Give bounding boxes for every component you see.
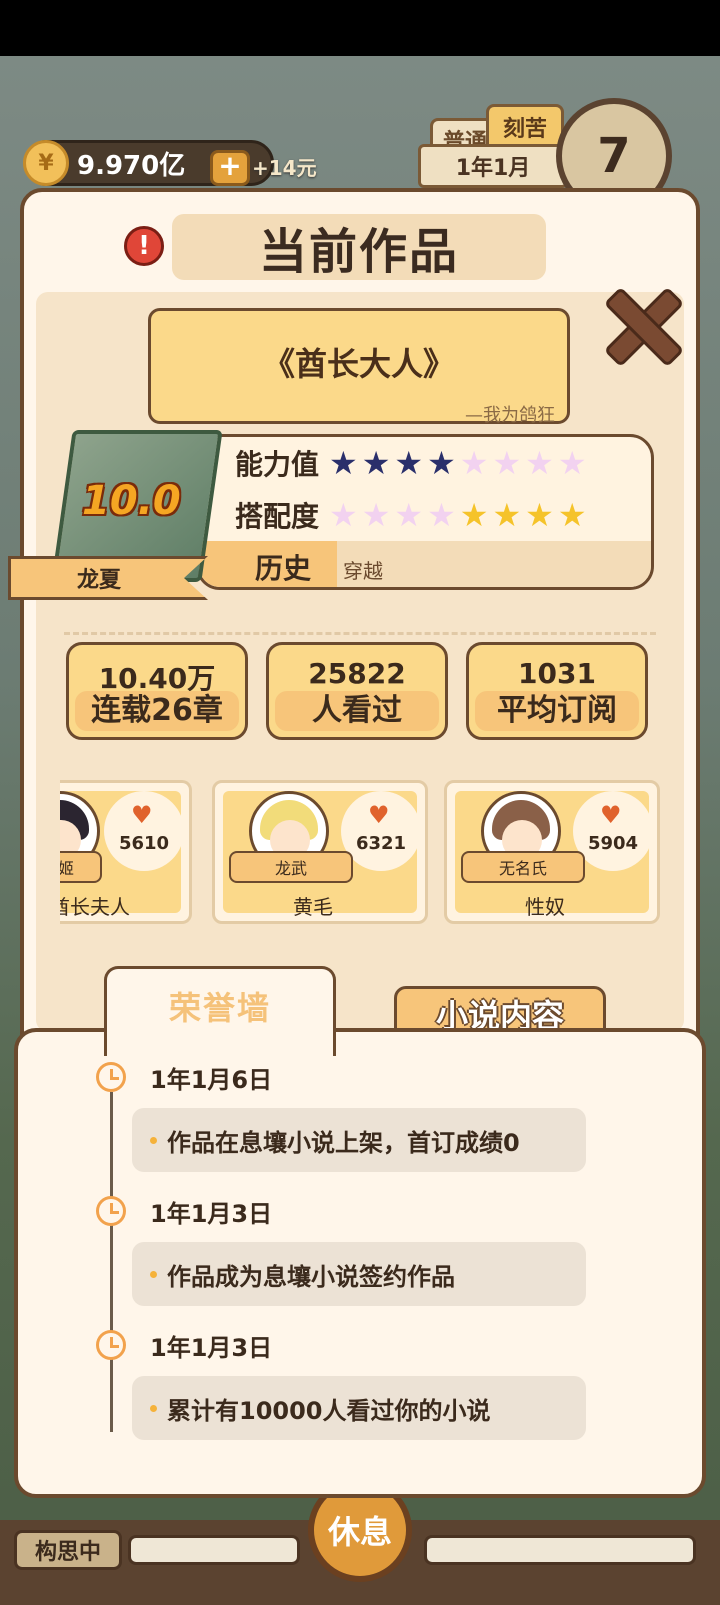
- event-item: 作品成为息壤小说签约作品: [132, 1242, 586, 1306]
- clock-icon: [96, 1330, 126, 1360]
- tab-honor-wall[interactable]: 荣誉墙: [104, 966, 336, 1056]
- event-text: 累计有10000人看过你的小说: [167, 1396, 491, 1425]
- region-ribbon: 龙夏: [8, 556, 208, 600]
- stat-value: 1031: [518, 657, 596, 690]
- event-date: 1年1月3日: [150, 1200, 273, 1228]
- star-filled-icon: ★: [394, 444, 424, 482]
- likes-badge: ♥ 5904: [573, 791, 653, 871]
- match-row: 搭配度 ★ ★ ★ ★ ★ ★ ★ ★: [199, 489, 651, 541]
- divider: [64, 632, 656, 635]
- ability-row: 能力值 ★ ★ ★ ★ ★ ★ ★ ★: [199, 437, 651, 489]
- star-empty-icon: ★: [361, 496, 391, 534]
- close-icon[interactable]: [606, 288, 676, 358]
- panel-title-box: 当前作品: [172, 214, 546, 280]
- character-name: 黄毛: [293, 895, 333, 919]
- genre-label: 历史: [199, 541, 337, 587]
- clock-icon: [96, 1062, 126, 1092]
- status-bar: [0, 0, 720, 56]
- stat-card-subscriptions: 1031 平均订阅: [466, 642, 648, 740]
- star-filled-icon: ★: [427, 444, 456, 482]
- stat-label: 平均订阅: [475, 691, 639, 731]
- event-text: 作品在息壤小说上架，首订成绩0: [167, 1128, 520, 1157]
- character-card-inner: ♥ 5904 无名氏 性奴: [455, 791, 653, 919]
- heart-icon: ♥: [131, 801, 153, 829]
- likes-count: 5610: [118, 833, 170, 854]
- character-card-inner: ♥ 5610 姬 酋长夫人: [60, 791, 184, 919]
- star-empty-icon: ★: [492, 444, 522, 482]
- stat-value: 25822: [308, 657, 406, 690]
- star-filled-icon: ★: [492, 496, 522, 534]
- likes-badge: ♥ 5610: [104, 791, 184, 871]
- star-filled-icon: ★: [557, 496, 587, 534]
- event-item: 累计有10000人看过你的小说: [132, 1376, 586, 1440]
- origin-tag: 龙武: [229, 851, 353, 883]
- star-empty-icon: ★: [459, 444, 489, 482]
- coin-value: 9.970亿: [77, 150, 186, 181]
- star-filled-icon: ★: [361, 444, 391, 482]
- thinking-progress-bar: [128, 1535, 300, 1565]
- character-name: 酋长夫人: [60, 895, 130, 919]
- income-rate: +14元: [252, 156, 317, 180]
- panel-title: 当前作品: [258, 224, 459, 280]
- star-empty-icon: ★: [557, 444, 587, 482]
- character-card[interactable]: ♥ 5610 姬 酋长夫人: [60, 780, 192, 924]
- bullet-icon: [150, 1136, 157, 1144]
- alert-icon[interactable]: !: [124, 226, 164, 266]
- game-date: 1年1月: [418, 144, 568, 188]
- day-number: 7: [597, 128, 631, 184]
- genre-value: 穿越: [343, 559, 383, 583]
- character-card-inner: ♥ 6321 龙武 黄毛: [223, 791, 421, 919]
- stat-card-readers: 25822 人看过: [266, 642, 448, 740]
- star-empty-icon: ★: [427, 496, 456, 534]
- star-empty-icon: ★: [525, 444, 554, 482]
- stat-label: 人看过: [275, 691, 439, 731]
- origin-tag: 姬: [60, 851, 102, 883]
- thinking-label: 构思中: [14, 1530, 122, 1570]
- likes-count: 5904: [587, 833, 639, 854]
- star-filled-icon: ★: [525, 496, 554, 534]
- event-text: 作品成为息壤小说签约作品: [167, 1262, 455, 1291]
- star-filled-icon: ★: [459, 496, 489, 534]
- novel-title: 《酋长大人》: [262, 345, 455, 383]
- stat-card-words: 10.40万 连载26章: [66, 642, 248, 740]
- timeline-line: [110, 1092, 113, 1432]
- origin-tag: 无名氏: [461, 851, 585, 883]
- bullet-icon: [150, 1404, 157, 1412]
- stat-label: 连载26章: [75, 691, 239, 731]
- energy-bar: [424, 1535, 696, 1565]
- character-name: 性奴: [525, 895, 565, 919]
- event-item: 作品在息壤小说上架，首订成绩0: [132, 1108, 586, 1172]
- novel-score: 10.0: [82, 478, 181, 524]
- heart-icon: ♥: [368, 801, 390, 829]
- novel-author: —我为鸽狂: [465, 405, 555, 426]
- star-filled-icon: ★: [329, 444, 358, 482]
- novel-attributes: 能力值 ★ ★ ★ ★ ★ ★ ★ ★ 搭配度 ★ ★ ★ ★ ★ ★ ★ ★ 历史 穿越: [196, 434, 654, 590]
- coin-icon: ¥: [23, 140, 69, 186]
- match-label: 搭配度: [234, 500, 319, 533]
- likes-badge: ♥ 6321: [341, 791, 421, 871]
- star-empty-icon: ★: [394, 496, 424, 534]
- character-card[interactable]: ♥ 6321 龙武 黄毛: [212, 780, 428, 924]
- clock-icon: [96, 1196, 126, 1226]
- event-date: 1年1月3日: [150, 1334, 273, 1362]
- heart-icon: ♥: [600, 801, 622, 829]
- star-empty-icon: ★: [329, 496, 358, 534]
- character-card[interactable]: ♥ 5904 无名氏 性奴: [444, 780, 660, 924]
- ability-stars: ★ ★ ★ ★ ★ ★ ★ ★: [329, 447, 587, 479]
- genre-row: 历史 穿越: [199, 541, 651, 587]
- bullet-icon: [150, 1270, 157, 1278]
- add-coins-button[interactable]: +: [210, 150, 250, 186]
- match-stars: ★ ★ ★ ★ ★ ★ ★ ★: [329, 499, 587, 531]
- likes-count: 6321: [355, 833, 407, 854]
- event-date: 1年1月6日: [150, 1066, 273, 1094]
- novel-title-box: 《酋长大人》 —我为鸽狂: [148, 308, 570, 426]
